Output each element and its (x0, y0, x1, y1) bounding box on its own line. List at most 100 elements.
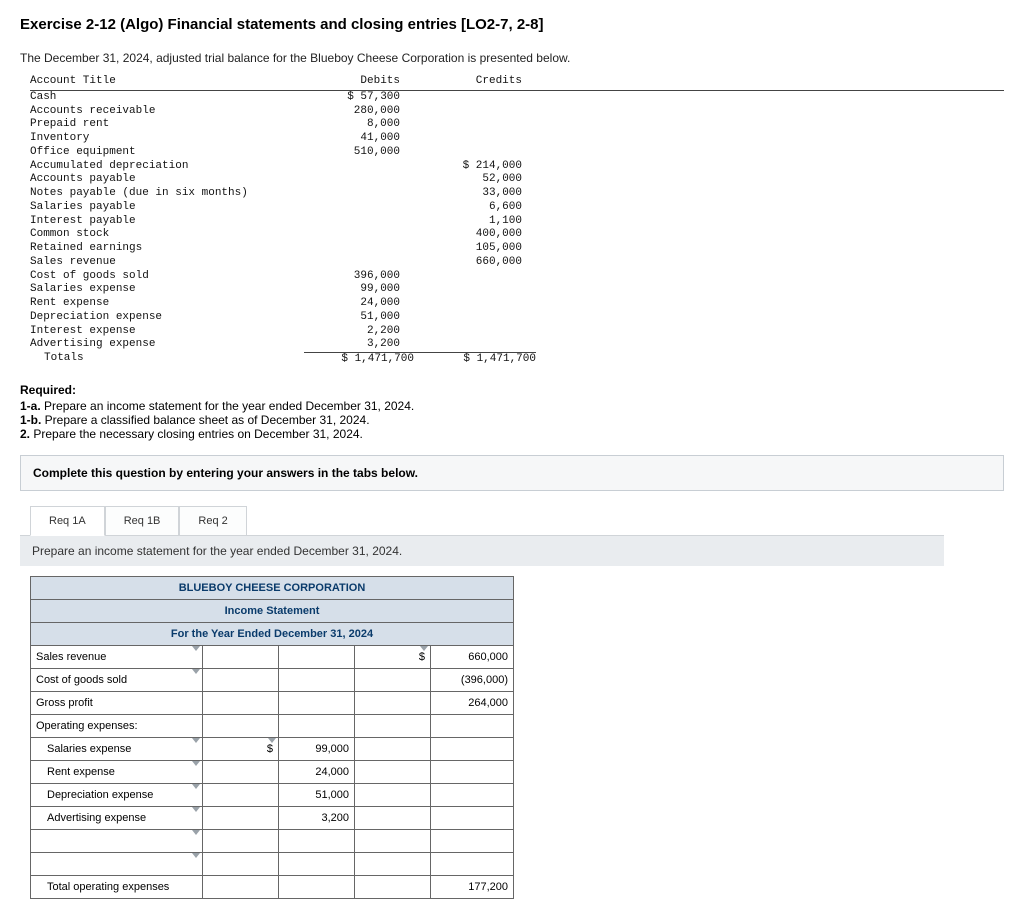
tb-totals-credit: $ 1,471,700 (426, 352, 536, 367)
is-cell[interactable] (279, 829, 355, 852)
is-cell[interactable] (431, 760, 514, 783)
tb-credit (412, 118, 522, 132)
is-row-blank[interactable] (31, 852, 203, 875)
tab-req-1a[interactable]: Req 1A (30, 506, 105, 536)
is-cell[interactable] (355, 668, 431, 691)
is-row-adv-amount[interactable]: 3,200 (279, 806, 355, 829)
is-cell[interactable] (355, 760, 431, 783)
tb-debit (290, 228, 412, 242)
tb-credit (412, 270, 522, 284)
tab-req-2[interactable]: Req 2 (179, 506, 246, 536)
is-cell[interactable] (431, 829, 514, 852)
is-row-blank[interactable] (31, 829, 203, 852)
is-row-gp-label: Gross profit (31, 691, 203, 714)
tb-account: Advertising expense (30, 338, 290, 352)
is-cell[interactable] (279, 714, 355, 737)
is-row-cogs-amount[interactable]: (396,000) (431, 668, 514, 691)
tb-debit: 99,000 (290, 283, 412, 297)
is-cell[interactable] (279, 852, 355, 875)
is-cell[interactable] (355, 875, 431, 898)
is-cell[interactable] (355, 806, 431, 829)
tb-account: Accounts payable (30, 173, 290, 187)
is-cell[interactable] (355, 737, 431, 760)
is-row-rent-amount[interactable]: 24,000 (279, 760, 355, 783)
tb-credit: 660,000 (412, 256, 522, 270)
tb-row: Accounts receivable280,000 (30, 105, 1004, 119)
is-row-sal-amount[interactable]: 99,000 (279, 737, 355, 760)
tb-row: Retained earnings105,000 (30, 242, 1004, 256)
is-cell[interactable] (203, 852, 279, 875)
is-row-totopx-label: Total operating expenses (31, 875, 203, 898)
is-row-sales-amount[interactable]: 660,000 (431, 645, 514, 668)
required-list: 1-a. Prepare an income statement for the… (20, 399, 1004, 441)
tb-header-debits: Debits (290, 75, 412, 89)
tb-account: Salaries expense (30, 283, 290, 297)
tb-account: Notes payable (due in six months) (30, 187, 290, 201)
is-row-gp-amount[interactable]: 264,000 (431, 691, 514, 714)
is-row-sales-sym[interactable]: $ (355, 645, 431, 668)
is-cell[interactable] (203, 760, 279, 783)
tb-credit: 33,000 (412, 187, 522, 201)
is-company: BLUEBOY CHEESE CORPORATION (31, 576, 514, 599)
trial-balance: Account Title Debits Credits Cash$ 57,30… (20, 75, 1004, 367)
tb-account: Interest payable (30, 215, 290, 229)
is-cell[interactable] (203, 829, 279, 852)
is-row-cogs-label[interactable]: Cost of goods sold (31, 668, 203, 691)
tb-credit (412, 311, 522, 325)
is-cell[interactable] (355, 829, 431, 852)
is-cell[interactable] (203, 645, 279, 668)
is-cell[interactable] (203, 668, 279, 691)
is-cell[interactable] (431, 806, 514, 829)
tb-row: Notes payable (due in six months) 33,000 (30, 187, 1004, 201)
tb-row: Cash$ 57,300 (30, 91, 1004, 105)
is-row-sal-sym[interactable]: $ (203, 737, 279, 760)
tb-credit: 1,100 (412, 215, 522, 229)
is-row-adv-label[interactable]: Advertising expense (31, 806, 203, 829)
tb-account: Prepaid rent (30, 118, 290, 132)
is-row-totopx-amount[interactable]: 177,200 (431, 875, 514, 898)
is-cell[interactable] (203, 714, 279, 737)
tb-row: Advertising expense3,200 (30, 338, 1004, 352)
is-cell[interactable] (279, 691, 355, 714)
is-row-sales-label[interactable]: Sales revenue (31, 645, 203, 668)
is-cell[interactable] (431, 714, 514, 737)
tb-account: Office equipment (30, 146, 290, 160)
is-cell[interactable] (355, 714, 431, 737)
is-cell[interactable] (431, 852, 514, 875)
tb-credit (412, 105, 522, 119)
tb-account: Cost of goods sold (30, 270, 290, 284)
tb-account: Rent expense (30, 297, 290, 311)
tb-debit (290, 215, 412, 229)
is-cell[interactable] (203, 691, 279, 714)
is-cell[interactable] (279, 668, 355, 691)
is-cell[interactable] (355, 852, 431, 875)
tb-account: Cash (30, 91, 290, 105)
is-cell[interactable] (279, 875, 355, 898)
is-cell[interactable] (279, 645, 355, 668)
tb-debit: 510,000 (290, 146, 412, 160)
tb-debit (290, 173, 412, 187)
tab-row: Req 1A Req 1B Req 2 (30, 505, 1004, 535)
tb-credit: 52,000 (412, 173, 522, 187)
is-cell[interactable] (355, 691, 431, 714)
page-title: Exercise 2-12 (Algo) Financial statement… (20, 16, 1004, 33)
tb-account: Interest expense (30, 325, 290, 339)
is-cell[interactable] (203, 806, 279, 829)
is-period: For the Year Ended December 31, 2024 (31, 622, 514, 645)
tb-credit (412, 132, 522, 146)
is-cell[interactable] (431, 737, 514, 760)
tb-debit: 41,000 (290, 132, 412, 146)
tb-credit: 6,600 (412, 201, 522, 215)
tb-credit: 105,000 (412, 242, 522, 256)
tb-debit: 2,200 (290, 325, 412, 339)
is-cell[interactable] (203, 875, 279, 898)
tb-row: Accumulated depreciation$ 214,000 (30, 160, 1004, 174)
is-row-sal-label[interactable]: Salaries expense (31, 737, 203, 760)
is-row-rent-label[interactable]: Rent expense (31, 760, 203, 783)
tb-account: Inventory (30, 132, 290, 146)
tb-row: Common stock400,000 (30, 228, 1004, 242)
tab-req-1b[interactable]: Req 1B (105, 506, 180, 536)
tb-debit (290, 242, 412, 256)
tb-row: Cost of goods sold396,000 (30, 270, 1004, 284)
tb-row: Salaries payable6,600 (30, 201, 1004, 215)
